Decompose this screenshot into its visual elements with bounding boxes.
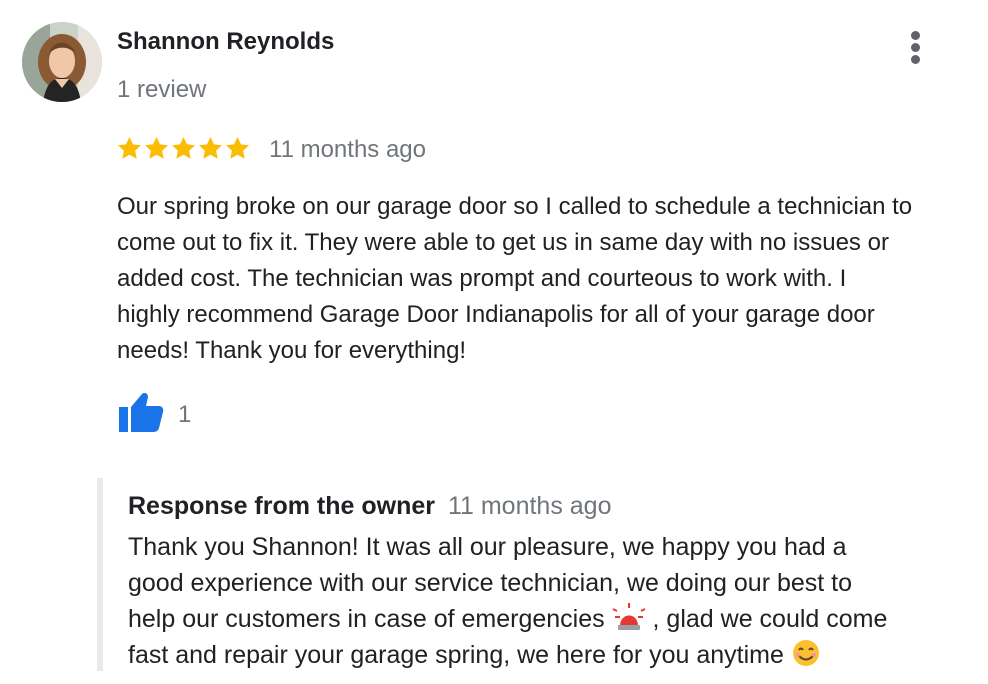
owner-response-line: good experience with our service technic… [128, 569, 853, 597]
owner-response-line: Thank you Shannon! It was all our pleasu… [128, 533, 847, 561]
owner-response-line-start: fast and repair your garage spring, we h… [128, 641, 784, 669]
more-options-button[interactable] [900, 28, 932, 68]
star-icon [226, 137, 249, 159]
owner-response-header: Response from the owner 11 months ago [128, 492, 612, 521]
reviewer-name[interactable]: Shannon Reynolds [117, 28, 334, 56]
review-text: Our spring broke on our garage door so I… [117, 193, 913, 364]
owner-response-line-start: help our customers in case of emergencie… [128, 605, 605, 633]
star-icon [172, 137, 195, 159]
owner-response-line: help our customers in case of emergencie… [128, 601, 988, 637]
avatar-image [22, 22, 102, 102]
reviewer-review-count: 1 review [117, 76, 207, 103]
owner-response-text: Thank you Shannon! It was all our pleasu… [128, 529, 988, 673]
star-icon [118, 137, 141, 159]
smiling-face-emoji [792, 640, 819, 666]
owner-response-title: Response from the owner [128, 492, 435, 520]
reviewer-avatar[interactable] [22, 22, 102, 102]
star-icon [199, 137, 222, 159]
owner-response-divider [97, 478, 103, 671]
like-button[interactable] [116, 390, 164, 434]
star-icon [145, 137, 168, 159]
owner-response-line-end: , glad we could come [652, 605, 888, 633]
owner-response-date: 11 months ago [447, 492, 612, 520]
owner-response-line: fast and repair your garage spring, we h… [128, 637, 988, 673]
like-count: 1 [178, 401, 192, 428]
review-date: 11 months ago [269, 136, 426, 163]
thumbs-up-icon [119, 393, 164, 432]
more-vertical-icon [911, 31, 920, 40]
star-rating [116, 135, 251, 163]
police-car-light-emoji [612, 603, 646, 630]
